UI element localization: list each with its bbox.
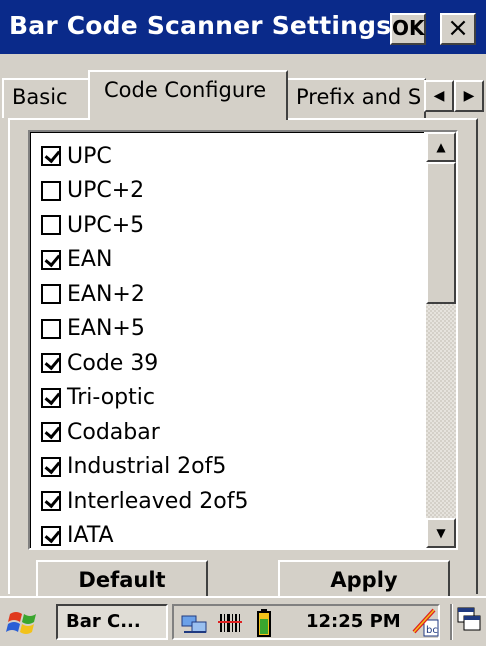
ok-button[interactable]: OK	[390, 13, 426, 45]
arrow-up-icon: ▲	[436, 140, 446, 154]
list-item-label: UPC+5	[67, 212, 145, 238]
start-flag-icon[interactable]	[6, 606, 42, 640]
checkbox[interactable]	[41, 215, 61, 236]
tab-code-configure[interactable]: Code Configure	[88, 70, 288, 120]
list-item[interactable]: Tri-optic	[41, 381, 248, 416]
arrow-down-icon: ▼	[436, 526, 446, 540]
close-button[interactable]: ×	[440, 13, 476, 45]
scroll-thumb[interactable]	[426, 162, 456, 304]
list-item[interactable]: Industrial 2of5	[41, 450, 248, 485]
checkbox[interactable]	[41, 249, 61, 270]
list-item-label: Code 39	[67, 350, 159, 376]
list-item-label: Industrial 2of5	[67, 454, 227, 480]
network-icon[interactable]	[180, 612, 210, 638]
list-item-label: EAN+5	[67, 316, 145, 342]
input-panel-icon[interactable]: bc	[410, 606, 440, 642]
list-item[interactable]: UPC	[41, 139, 248, 174]
arrow-right-icon: ▶	[463, 88, 475, 104]
clock[interactable]: 12:25 PM	[306, 606, 401, 638]
checkbox[interactable]	[41, 491, 61, 512]
switch-windows-icon[interactable]	[456, 606, 482, 638]
list-item-label: Tri-optic	[67, 385, 155, 411]
arrow-left-icon: ◀	[433, 88, 445, 104]
window-title: Bar Code Scanner Settings	[9, 11, 392, 40]
list-scrollbar[interactable]: ▲ ▼	[426, 132, 456, 548]
list-item[interactable]: EAN	[41, 243, 248, 278]
list-item-label: EAN	[67, 247, 113, 273]
title-bar: Bar Code Scanner Settings OK ×	[0, 0, 486, 54]
checkbox[interactable]	[41, 284, 61, 305]
checkbox[interactable]	[41, 525, 61, 546]
checkbox[interactable]	[41, 318, 61, 339]
tab-scroll-left-button[interactable]: ◀	[424, 80, 454, 112]
scroll-down-button[interactable]: ▼	[426, 518, 456, 548]
list-item-label: UPC	[67, 143, 112, 169]
tab-basic[interactable]: Basic	[2, 78, 90, 118]
list-item-label: Interleaved 2of5	[67, 488, 249, 514]
apply-button[interactable]: Apply	[278, 560, 450, 600]
list-item[interactable]: Interleaved 2of5	[41, 484, 248, 519]
close-icon: ×	[447, 13, 469, 43]
default-button[interactable]: Default	[36, 560, 208, 600]
checkbox[interactable]	[41, 180, 61, 201]
battery-icon[interactable]	[256, 609, 272, 641]
list-item-label: IATA	[67, 523, 114, 549]
tab-scroll-right-button[interactable]: ▶	[454, 80, 484, 112]
list-item[interactable]: EAN+5	[41, 312, 248, 347]
checkbox[interactable]	[41, 353, 61, 374]
list-item[interactable]: UPC+5	[41, 208, 248, 243]
list-item[interactable]: IATA	[41, 519, 248, 549]
list-item-label: UPC+2	[67, 178, 145, 204]
tab-strip: Basic Code Configure Prefix and S ◀ ▶	[0, 54, 486, 120]
system-tray: 12:25 PM	[172, 604, 440, 640]
barcode-icon[interactable]	[218, 612, 242, 638]
symbology-list[interactable]: UPC UPC+2 UPC+5 EAN EAN+2 EAN+5 Code 39 Tri-opt…	[28, 130, 458, 550]
checkbox[interactable]	[41, 422, 61, 443]
list-item[interactable]: EAN+2	[41, 277, 248, 312]
list-item-label: Codabar	[67, 419, 160, 445]
svg-text:bc: bc	[426, 625, 438, 636]
checkbox[interactable]	[41, 456, 61, 477]
scroll-up-button[interactable]: ▲	[426, 132, 456, 162]
list-item[interactable]: Codabar	[41, 415, 248, 450]
checkbox[interactable]	[41, 146, 61, 167]
checkbox[interactable]	[41, 387, 61, 408]
list-item[interactable]: Code 39	[41, 346, 248, 381]
taskbar: Bar C... 12:25 PM bc	[0, 596, 486, 646]
tab-prefix-and-suffix[interactable]: Prefix and S	[286, 78, 426, 118]
taskbar-item-bar-code[interactable]: Bar C...	[56, 604, 168, 640]
list-item[interactable]: UPC+2	[41, 174, 248, 209]
list-item-label: EAN+2	[67, 281, 145, 307]
